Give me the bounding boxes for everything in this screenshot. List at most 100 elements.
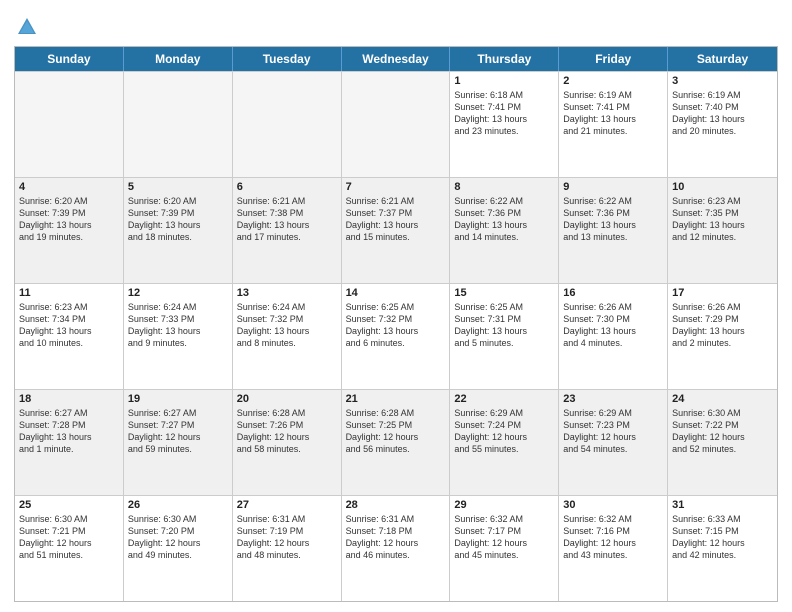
day-info: Sunrise: 6:18 AMSunset: 7:41 PMDaylight:… — [454, 89, 554, 138]
day-info: Sunrise: 6:29 AMSunset: 7:23 PMDaylight:… — [563, 407, 663, 456]
calendar-cell: 16 Sunrise: 6:26 AMSunset: 7:30 PMDayligh… — [559, 284, 668, 389]
day-number: 10 — [672, 181, 773, 193]
calendar-cell: 2 Sunrise: 6:19 AMSunset: 7:41 PMDaylight… — [559, 72, 668, 177]
day-info: Sunrise: 6:32 AMSunset: 7:17 PMDaylight:… — [454, 513, 554, 562]
calendar-cell: 9 Sunrise: 6:22 AMSunset: 7:36 PMDaylight… — [559, 178, 668, 283]
calendar-cell — [233, 72, 342, 177]
day-number: 18 — [19, 393, 119, 405]
calendar-cell: 23 Sunrise: 6:29 AMSunset: 7:23 PMDayligh… — [559, 390, 668, 495]
calendar-cell: 11 Sunrise: 6:23 AMSunset: 7:34 PMDayligh… — [15, 284, 124, 389]
day-number: 14 — [346, 287, 446, 299]
calendar-cell: 20 Sunrise: 6:28 AMSunset: 7:26 PMDayligh… — [233, 390, 342, 495]
weekday-header-sunday: Sunday — [15, 47, 124, 71]
calendar-cell: 27 Sunrise: 6:31 AMSunset: 7:19 PMDayligh… — [233, 496, 342, 601]
day-info: Sunrise: 6:27 AMSunset: 7:27 PMDaylight:… — [128, 407, 228, 456]
day-number: 12 — [128, 287, 228, 299]
weekday-header-wednesday: Wednesday — [342, 47, 451, 71]
day-number: 6 — [237, 181, 337, 193]
weekday-header-monday: Monday — [124, 47, 233, 71]
day-number: 5 — [128, 181, 228, 193]
day-info: Sunrise: 6:30 AMSunset: 7:21 PMDaylight:… — [19, 513, 119, 562]
header — [14, 10, 778, 38]
calendar-row: 11 Sunrise: 6:23 AMSunset: 7:34 PMDayligh… — [15, 283, 777, 389]
calendar-cell: 26 Sunrise: 6:30 AMSunset: 7:20 PMDayligh… — [124, 496, 233, 601]
day-info: Sunrise: 6:19 AMSunset: 7:41 PMDaylight:… — [563, 89, 663, 138]
day-info: Sunrise: 6:19 AMSunset: 7:40 PMDaylight:… — [672, 89, 773, 138]
day-info: Sunrise: 6:21 AMSunset: 7:38 PMDaylight:… — [237, 195, 337, 244]
calendar-cell: 4Sunrise: 6:20 AMSunset: 7:39 PMDaylight… — [15, 178, 124, 283]
weekday-header-saturday: Saturday — [668, 47, 777, 71]
calendar: SundayMondayTuesdayWednesdayThursdayFrid… — [14, 46, 778, 602]
day-info: Sunrise: 6:31 AMSunset: 7:18 PMDaylight:… — [346, 513, 446, 562]
calendar-cell: 29 Sunrise: 6:32 AMSunset: 7:17 PMDayligh… — [450, 496, 559, 601]
calendar-cell: 5Sunrise: 6:20 AMSunset: 7:39 PMDaylight… — [124, 178, 233, 283]
day-info: Sunrise: 6:28 AMSunset: 7:26 PMDaylight:… — [237, 407, 337, 456]
calendar-cell — [342, 72, 451, 177]
calendar-cell: 3 Sunrise: 6:19 AMSunset: 7:40 PMDaylight… — [668, 72, 777, 177]
day-number: 30 — [563, 499, 663, 511]
day-number: 20 — [237, 393, 337, 405]
day-info: Sunrise: 6:22 AMSunset: 7:36 PMDaylight:… — [563, 195, 663, 244]
day-number: 17 — [672, 287, 773, 299]
day-info: Sunrise: 6:25 AMSunset: 7:31 PMDaylight:… — [454, 301, 554, 350]
day-number: 27 — [237, 499, 337, 511]
day-number: 19 — [128, 393, 228, 405]
calendar-cell: 8 Sunrise: 6:22 AMSunset: 7:36 PMDaylight… — [450, 178, 559, 283]
day-number: 3 — [672, 75, 773, 87]
calendar-cell: 15Sunrise: 6:25 AMSunset: 7:31 PMDayligh… — [450, 284, 559, 389]
day-number: 11 — [19, 287, 119, 299]
weekday-header-thursday: Thursday — [450, 47, 559, 71]
page: SundayMondayTuesdayWednesdayThursdayFrid… — [0, 0, 792, 612]
calendar-row: 18 Sunrise: 6:27 AMSunset: 7:28 PMDayligh… — [15, 389, 777, 495]
calendar-cell: 13 Sunrise: 6:24 AMSunset: 7:32 PMDayligh… — [233, 284, 342, 389]
day-info: Sunrise: 6:30 AMSunset: 7:22 PMDaylight:… — [672, 407, 773, 456]
calendar-cell — [15, 72, 124, 177]
calendar-cell: 6 Sunrise: 6:21 AMSunset: 7:38 PMDaylight… — [233, 178, 342, 283]
calendar-cell — [124, 72, 233, 177]
day-number: 21 — [346, 393, 446, 405]
calendar-cell: 24 Sunrise: 6:30 AMSunset: 7:22 PMDayligh… — [668, 390, 777, 495]
calendar-cell: 7Sunrise: 6:21 AMSunset: 7:37 PMDaylight… — [342, 178, 451, 283]
day-info: Sunrise: 6:30 AMSunset: 7:20 PMDaylight:… — [128, 513, 228, 562]
calendar-cell: 17 Sunrise: 6:26 AMSunset: 7:29 PMDayligh… — [668, 284, 777, 389]
calendar-cell: 31Sunrise: 6:33 AMSunset: 7:15 PMDayligh… — [668, 496, 777, 601]
day-number: 16 — [563, 287, 663, 299]
day-number: 4 — [19, 181, 119, 193]
calendar-cell: 30 Sunrise: 6:32 AMSunset: 7:16 PMDayligh… — [559, 496, 668, 601]
calendar-cell: 14 Sunrise: 6:25 AMSunset: 7:32 PMDayligh… — [342, 284, 451, 389]
day-number: 8 — [454, 181, 554, 193]
day-number: 25 — [19, 499, 119, 511]
weekday-header-tuesday: Tuesday — [233, 47, 342, 71]
day-info: Sunrise: 6:23 AMSunset: 7:35 PMDaylight:… — [672, 195, 773, 244]
day-info: Sunrise: 6:26 AMSunset: 7:29 PMDaylight:… — [672, 301, 773, 350]
day-number: 9 — [563, 181, 663, 193]
logo-icon — [16, 16, 38, 38]
day-number: 1 — [454, 75, 554, 87]
calendar-header: SundayMondayTuesdayWednesdayThursdayFrid… — [15, 47, 777, 71]
day-number: 28 — [346, 499, 446, 511]
calendar-cell: 10 Sunrise: 6:23 AMSunset: 7:35 PMDayligh… — [668, 178, 777, 283]
day-info: Sunrise: 6:27 AMSunset: 7:28 PMDaylight:… — [19, 407, 119, 456]
day-number: 24 — [672, 393, 773, 405]
day-info: Sunrise: 6:21 AMSunset: 7:37 PMDaylight:… — [346, 195, 446, 244]
day-info: Sunrise: 6:31 AMSunset: 7:19 PMDaylight:… — [237, 513, 337, 562]
day-info: Sunrise: 6:32 AMSunset: 7:16 PMDaylight:… — [563, 513, 663, 562]
calendar-cell: 18 Sunrise: 6:27 AMSunset: 7:28 PMDayligh… — [15, 390, 124, 495]
day-number: 26 — [128, 499, 228, 511]
day-number: 13 — [237, 287, 337, 299]
day-number: 2 — [563, 75, 663, 87]
calendar-cell: 1 Sunrise: 6:18 AMSunset: 7:41 PMDaylight… — [450, 72, 559, 177]
weekday-header-friday: Friday — [559, 47, 668, 71]
day-info: Sunrise: 6:28 AMSunset: 7:25 PMDaylight:… — [346, 407, 446, 456]
day-number: 31 — [672, 499, 773, 511]
day-info: Sunrise: 6:25 AMSunset: 7:32 PMDaylight:… — [346, 301, 446, 350]
day-number: 29 — [454, 499, 554, 511]
day-info: Sunrise: 6:23 AMSunset: 7:34 PMDaylight:… — [19, 301, 119, 350]
calendar-row: 25 Sunrise: 6:30 AMSunset: 7:21 PMDayligh… — [15, 495, 777, 601]
day-info: Sunrise: 6:22 AMSunset: 7:36 PMDaylight:… — [454, 195, 554, 244]
day-number: 23 — [563, 393, 663, 405]
day-info: Sunrise: 6:24 AMSunset: 7:32 PMDaylight:… — [237, 301, 337, 350]
calendar-row: 1 Sunrise: 6:18 AMSunset: 7:41 PMDaylight… — [15, 71, 777, 177]
day-info: Sunrise: 6:26 AMSunset: 7:30 PMDaylight:… — [563, 301, 663, 350]
logo — [14, 14, 38, 38]
